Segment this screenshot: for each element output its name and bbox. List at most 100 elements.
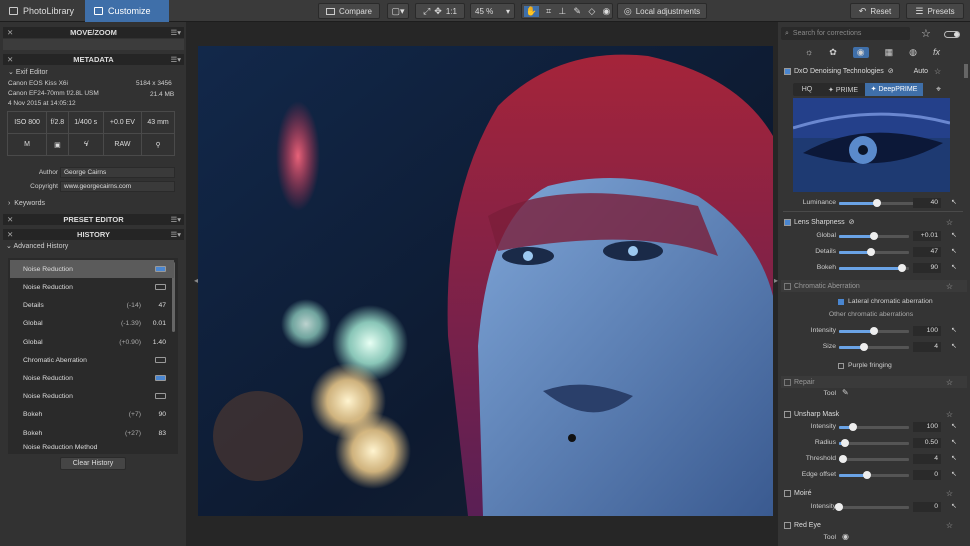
history-header[interactable]: ✕ HISTORY ☰▾ <box>3 229 184 240</box>
move-zoom-header[interactable]: ✕ MOVE/ZOOM ☰▾ <box>3 27 184 38</box>
favorite-star-icon[interactable]: ☆ <box>921 27 931 40</box>
details-value[interactable]: 47 <box>913 247 941 257</box>
enable-checkbox[interactable] <box>784 521 791 529</box>
effects-palette-icon[interactable]: fx <box>933 47 940 57</box>
search-input[interactable]: ⌕ Search for corrections <box>781 27 910 40</box>
history-row[interactable]: Noise Reduction Method <box>10 444 174 454</box>
slider-knob[interactable] <box>849 423 857 431</box>
one-to-one-button[interactable]: 1:1 <box>446 7 457 16</box>
reset-button[interactable]: ↶ Reset <box>850 3 900 19</box>
history-row[interactable]: Noise Reduction <box>10 260 174 278</box>
picker-icon[interactable]: ↖ <box>951 470 957 478</box>
eye-icon[interactable]: ◉ <box>602 6 610 17</box>
panel-toggle[interactable] <box>944 31 960 38</box>
enable-checkbox[interactable] <box>784 218 791 226</box>
author-field[interactable]: George Cairns <box>60 167 175 178</box>
close-icon[interactable]: ✕ <box>7 230 13 239</box>
history-row[interactable]: Global (+0.90) 1.40 <box>10 333 174 351</box>
slider-knob[interactable] <box>873 199 882 207</box>
red-eye-tool-icon[interactable]: ◉ <box>842 532 849 541</box>
loupe-target-icon[interactable]: ⌖ <box>936 84 941 95</box>
menu-icon[interactable]: ☰▾ <box>171 55 182 64</box>
menu-icon[interactable]: ☰▾ <box>171 215 182 224</box>
edge-offset-value[interactable]: 0 <box>913 470 941 480</box>
hq-option[interactable]: HQ <box>793 86 821 93</box>
enable-checkbox[interactable] <box>784 282 791 290</box>
global-value[interactable]: +0.01 <box>913 231 941 241</box>
bokeh-slider[interactable] <box>839 264 909 272</box>
picker-icon[interactable]: ↖ <box>951 231 957 239</box>
picker-icon[interactable]: ↖ <box>951 438 957 446</box>
picker-icon[interactable]: ↖ <box>951 342 957 350</box>
eye-icon[interactable]: ⊘ <box>888 67 894 75</box>
navigator-thumbnail[interactable] <box>3 39 184 50</box>
eye-icon[interactable]: ⊘ <box>849 218 855 226</box>
local-adjustments-button[interactable]: ◎ Local adjustments <box>617 3 707 19</box>
moire-intensity-value[interactable]: 0 <box>913 502 941 512</box>
unsharp-mask-header[interactable]: Unsharp Mask ☆ <box>781 408 967 420</box>
prime-option[interactable]: ✦ PRIME <box>821 86 865 94</box>
red-eye-header[interactable]: Red Eye ☆ <box>781 519 967 531</box>
slider-knob[interactable] <box>870 327 878 335</box>
um-intensity-value[interactable]: 100 <box>913 422 941 432</box>
enable-checkbox[interactable] <box>784 67 791 75</box>
straighten-icon[interactable]: ⊥ <box>558 6 566 17</box>
history-row[interactable]: Chromatic Aberration <box>10 351 174 369</box>
exif-editor-toggle[interactable]: ⌄ Exif Editor <box>8 68 48 76</box>
denoise-section-header[interactable]: DxO Denoising Technologies ⊘ Auto ☆ <box>781 65 967 77</box>
slider-knob[interactable] <box>840 439 849 447</box>
denoise-preview[interactable] <box>793 98 950 192</box>
crop-icon[interactable]: ⌗ <box>546 6 551 17</box>
keywords-toggle[interactable]: › Keywords <box>8 200 45 207</box>
advanced-history-toggle[interactable]: ⌄ Advanced History <box>6 242 68 250</box>
clear-history-button[interactable]: Clear History <box>60 457 126 470</box>
um-intensity-slider[interactable] <box>839 423 909 431</box>
slider-knob[interactable] <box>866 248 875 256</box>
picker-icon[interactable]: ↖ <box>951 326 957 334</box>
picker-icon[interactable]: ↖ <box>951 247 957 255</box>
geometry-palette-icon[interactable]: ▦ <box>885 47 894 58</box>
move-icon[interactable]: ✥ <box>434 6 442 17</box>
presets-button[interactable]: ☰ Presets <box>906 3 964 19</box>
tab-customize[interactable]: Customize <box>85 0 169 22</box>
threshold-slider[interactable] <box>838 455 909 463</box>
eyedropper-icon[interactable]: ✎ <box>574 6 582 17</box>
metadata-header[interactable]: ✕ METADATA ☰▾ <box>3 54 184 65</box>
favorite-star-icon[interactable]: ☆ <box>946 521 953 530</box>
slider-knob[interactable] <box>835 503 843 511</box>
slider-knob[interactable] <box>859 343 868 351</box>
favorite-star-icon[interactable]: ☆ <box>946 410 953 419</box>
close-icon[interactable]: ✕ <box>7 55 13 64</box>
size-slider[interactable] <box>839 343 909 351</box>
picker-icon[interactable]: ↖ <box>951 263 957 271</box>
close-icon[interactable]: ✕ <box>7 215 13 224</box>
history-row[interactable]: Bokeh (+27) 83 <box>10 424 174 442</box>
moire-intensity-slider[interactable] <box>835 503 909 511</box>
detail-palette-icon[interactable]: ◉ <box>852 46 869 58</box>
ca-intensity-value[interactable]: 100 <box>913 326 941 336</box>
luminance-value[interactable]: 40 <box>913 198 941 208</box>
enable-checkbox[interactable] <box>784 378 791 386</box>
purple-fringing-checkbox[interactable]: Purple fringing <box>838 362 892 369</box>
main-photo[interactable] <box>198 46 773 516</box>
luminance-slider[interactable] <box>839 199 924 207</box>
light-palette-icon[interactable]: ☼ <box>805 47 813 57</box>
enable-checkbox[interactable] <box>784 489 791 497</box>
slider-knob[interactable] <box>870 232 878 240</box>
size-value[interactable]: 4 <box>913 342 941 352</box>
details-slider[interactable] <box>839 248 909 256</box>
radius-value[interactable]: 0.50 <box>913 438 941 448</box>
color-palette-icon[interactable]: ✿ <box>829 47 837 58</box>
split-view-button[interactable]: ▢▾ <box>387 3 409 19</box>
favorite-star-icon[interactable]: ☆ <box>946 489 953 498</box>
picker-icon[interactable]: ↖ <box>951 502 957 510</box>
repair-header[interactable]: Repair ☆ <box>781 376 967 388</box>
picker-icon[interactable]: ↖ <box>951 198 957 206</box>
favorite-star-icon[interactable]: ☆ <box>946 218 953 227</box>
slider-knob[interactable] <box>898 264 906 272</box>
favorite-star-icon[interactable]: ☆ <box>946 378 953 387</box>
history-row[interactable]: Details (-14) 47 <box>10 296 174 314</box>
threshold-value[interactable]: 4 <box>913 454 941 464</box>
edge-offset-slider[interactable] <box>839 471 909 479</box>
moire-header[interactable]: Moiré ☆ <box>781 487 967 499</box>
